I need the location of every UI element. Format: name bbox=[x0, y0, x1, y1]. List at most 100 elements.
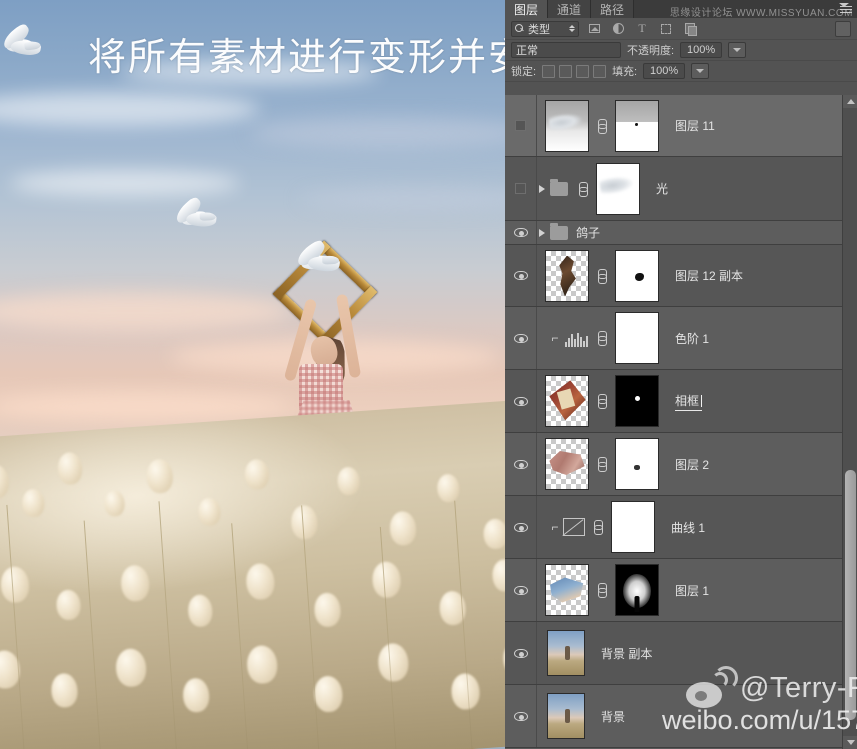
link-icon[interactable] bbox=[597, 583, 607, 598]
layer-visibility-cell[interactable] bbox=[505, 157, 537, 220]
layer-thumbnail[interactable] bbox=[545, 375, 589, 427]
eye-off-icon[interactable] bbox=[515, 183, 526, 194]
tab-channels[interactable]: 通道 bbox=[548, 0, 592, 18]
eye-icon[interactable] bbox=[513, 648, 528, 658]
table-row[interactable]: 背景 bbox=[505, 685, 857, 748]
tab-paths[interactable]: 路径 bbox=[591, 0, 635, 18]
link-icon[interactable] bbox=[597, 394, 607, 409]
table-row[interactable]: 光 bbox=[505, 157, 857, 221]
layer-name[interactable]: 曲线 1 bbox=[671, 519, 705, 536]
table-row[interactable]: 鸽子 bbox=[505, 221, 857, 245]
layer-thumbnail[interactable] bbox=[545, 99, 589, 152]
chevron-right-icon[interactable] bbox=[539, 228, 545, 237]
layer-visibility-cell[interactable] bbox=[505, 370, 537, 432]
composite-photo bbox=[0, 0, 505, 749]
layer-mask-thumbnail[interactable] bbox=[615, 312, 659, 364]
opacity-input[interactable]: 100% bbox=[680, 42, 723, 58]
filter-smartobject-icon[interactable] bbox=[681, 21, 699, 37]
layer-name[interactable]: 鸽子 bbox=[576, 224, 600, 241]
table-row[interactable]: 图层 12 副本 bbox=[505, 245, 857, 307]
layer-thumbnail[interactable] bbox=[547, 630, 585, 676]
tab-layers[interactable]: 图层 bbox=[505, 0, 549, 18]
layer-name-input[interactable]: 相框 bbox=[675, 392, 703, 411]
layer-list-scrollbar[interactable] bbox=[842, 95, 857, 749]
layer-mask-thumbnail[interactable] bbox=[615, 438, 659, 490]
eye-icon[interactable] bbox=[513, 333, 528, 343]
table-row[interactable]: 图层 11 bbox=[505, 95, 857, 157]
eye-icon[interactable] bbox=[513, 711, 528, 721]
layer-visibility-cell[interactable] bbox=[505, 559, 537, 621]
link-icon[interactable] bbox=[597, 268, 607, 284]
layer-name[interactable]: 图层 1 bbox=[675, 582, 709, 599]
grass-field bbox=[0, 400, 505, 749]
layer-mask-thumbnail[interactable] bbox=[615, 564, 659, 616]
fill-input[interactable]: 100% bbox=[643, 63, 686, 79]
layer-mask-thumbnail[interactable] bbox=[611, 501, 655, 553]
layer-thumbnail[interactable] bbox=[545, 249, 589, 302]
lock-all-icon[interactable] bbox=[593, 64, 607, 78]
layer-name[interactable]: 背景 副本 bbox=[601, 645, 652, 662]
search-icon bbox=[515, 24, 524, 33]
layer-mask-thumbnail[interactable] bbox=[596, 162, 640, 215]
lock-transparency-icon[interactable] bbox=[542, 64, 556, 78]
opacity-dropdown-arrow[interactable] bbox=[728, 42, 747, 58]
layer-visibility-cell[interactable] bbox=[505, 307, 537, 369]
eye-off-icon[interactable] bbox=[515, 120, 526, 131]
blend-mode-value: 正常 bbox=[516, 45, 538, 57]
table-row[interactable]: 图层 2 bbox=[505, 433, 857, 496]
layer-visibility-cell[interactable] bbox=[505, 95, 537, 156]
opacity-label: 不透明度: bbox=[627, 45, 675, 57]
layer-thumbnail[interactable] bbox=[545, 438, 589, 490]
layer-thumbnail[interactable] bbox=[547, 693, 585, 739]
eye-icon[interactable] bbox=[513, 585, 528, 595]
layer-mask-thumbnail[interactable] bbox=[615, 99, 659, 152]
table-row[interactable]: ⌐ 曲线 1 bbox=[505, 496, 857, 559]
table-row[interactable]: ⌐ 色阶 1 bbox=[505, 307, 857, 370]
table-row[interactable]: 图层 1 bbox=[505, 559, 857, 622]
layer-visibility-cell[interactable] bbox=[505, 245, 537, 306]
layer-name[interactable]: 图层 12 副本 bbox=[675, 267, 743, 284]
layer-list[interactable]: 图层 11 光 鸽子 图层 12 副本 ⌐ 色阶 1 相框 图层 2 ⌐ 曲线 … bbox=[505, 95, 857, 749]
layer-visibility-cell[interactable] bbox=[505, 433, 537, 495]
layer-name[interactable]: 图层 11 bbox=[675, 117, 715, 134]
layer-thumbnail[interactable] bbox=[545, 564, 589, 616]
cloud bbox=[10, 170, 240, 196]
scroll-up-button[interactable] bbox=[843, 95, 857, 108]
layer-name[interactable]: 色阶 1 bbox=[675, 330, 709, 347]
link-icon[interactable] bbox=[593, 520, 603, 535]
filter-shape-icon[interactable] bbox=[657, 21, 675, 37]
layer-mask-thumbnail[interactable] bbox=[615, 249, 659, 302]
layer-name[interactable]: 背景 bbox=[601, 708, 625, 725]
layer-name[interactable]: 图层 2 bbox=[675, 456, 709, 473]
link-icon[interactable] bbox=[597, 331, 607, 346]
eye-icon[interactable] bbox=[513, 522, 528, 532]
filter-type-icon[interactable]: T bbox=[633, 21, 651, 37]
layer-visibility-cell[interactable] bbox=[505, 221, 537, 244]
layer-mask-thumbnail[interactable] bbox=[615, 375, 659, 427]
eye-icon[interactable] bbox=[513, 396, 528, 406]
scrollbar-thumb[interactable] bbox=[845, 470, 856, 720]
layer-name[interactable]: 光 bbox=[656, 180, 668, 197]
filter-enable-toggle[interactable] bbox=[835, 20, 851, 37]
link-icon[interactable] bbox=[597, 118, 607, 134]
chevron-right-icon[interactable] bbox=[539, 184, 545, 193]
layer-visibility-cell[interactable] bbox=[505, 685, 537, 747]
filter-pixel-icon[interactable] bbox=[585, 21, 603, 37]
fill-dropdown-arrow[interactable] bbox=[691, 63, 710, 79]
blend-mode-select[interactable]: 正常 bbox=[511, 42, 621, 58]
layer-visibility-cell[interactable] bbox=[505, 622, 537, 684]
filter-adjustment-icon[interactable] bbox=[609, 21, 627, 37]
table-row[interactable]: 背景 副本 bbox=[505, 622, 857, 685]
lock-position-icon[interactable] bbox=[576, 64, 590, 78]
scroll-down-button[interactable] bbox=[843, 736, 857, 749]
lock-image-icon[interactable] bbox=[559, 64, 573, 78]
document-canvas[interactable]: 将所有素材进行变形并安置到位 bbox=[0, 0, 505, 749]
eye-icon[interactable] bbox=[513, 228, 528, 237]
link-icon[interactable] bbox=[597, 457, 607, 472]
layer-visibility-cell[interactable] bbox=[505, 496, 537, 558]
eye-icon[interactable] bbox=[513, 459, 528, 469]
link-icon[interactable] bbox=[578, 181, 588, 197]
table-row[interactable]: 相框 bbox=[505, 370, 857, 433]
filter-kind-select[interactable]: 类型 bbox=[511, 20, 579, 37]
eye-icon[interactable] bbox=[513, 271, 528, 280]
